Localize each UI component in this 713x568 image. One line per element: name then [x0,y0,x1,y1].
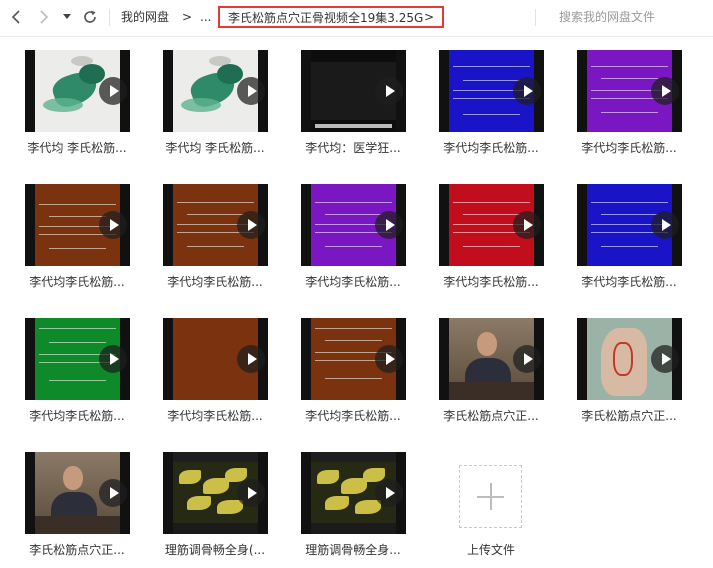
video-thumbnail[interactable] [577,184,682,266]
video-thumbnail[interactable] [301,184,406,266]
play-icon [237,479,265,507]
file-name[interactable]: 李代均李氏松筋... [564,274,694,290]
play-icon [99,211,127,239]
video-thumbnail[interactable] [577,318,682,400]
forward-icon[interactable] [34,5,54,29]
current-folder-arrow: > [423,10,434,24]
toolbar-divider [109,9,110,26]
upload-button[interactable] [459,465,522,528]
play-icon [513,345,541,373]
video-thumbnail[interactable] [25,50,130,132]
file-name[interactable]: 理筋调骨畅全身(... [150,542,280,558]
upload-label[interactable]: 上传文件 [426,542,556,558]
file-name[interactable]: 李代均李氏松筋... [288,274,418,290]
play-icon [99,77,127,105]
play-icon [375,345,403,373]
file-name[interactable]: 李代均 李氏松筋... [12,140,142,156]
video-thumbnail[interactable] [163,318,268,400]
file-name[interactable]: 李氏松筋点穴正... [564,408,694,424]
video-thumbnail[interactable] [163,50,268,132]
play-icon [651,345,679,373]
file-name[interactable]: 李氏松筋点穴正... [426,408,556,424]
history-dropdown-icon[interactable] [60,5,74,29]
play-icon [651,77,679,105]
file-name[interactable]: 李代均李氏松筋... [12,274,142,290]
video-thumbnail[interactable] [25,452,130,534]
file-name[interactable]: 李代均 李氏松筋... [150,140,280,156]
video-thumbnail[interactable] [25,184,130,266]
breadcrumb-current-folder[interactable]: 李氏松筋点穴正骨视频全19集3.25G > [218,6,444,28]
top-toolbar: 我的网盘 > ... 李氏松筋点穴正骨视频全19集3.25G > 搜索我的网盘文… [0,0,713,37]
video-thumbnail[interactable] [439,184,544,266]
play-icon [375,77,403,105]
breadcrumb-ellipsis[interactable]: ... [200,9,211,25]
file-name[interactable]: 李代均李氏松筋... [150,408,280,424]
breadcrumb-root[interactable]: 我的网盘 [121,9,169,25]
back-icon[interactable] [6,5,26,29]
file-name[interactable]: 李代均李氏松筋... [564,140,694,156]
file-name[interactable]: 李代均李氏松筋... [426,274,556,290]
search-input[interactable]: 搜索我的网盘文件 [559,9,655,25]
video-thumbnail[interactable] [439,50,544,132]
file-name[interactable]: 李氏松筋点穴正... [12,542,142,558]
video-thumbnail[interactable] [439,318,544,400]
play-icon [99,345,127,373]
file-name[interactable]: 理筋调骨畅全身... [288,542,418,558]
file-name[interactable]: 李代均：医学狂... [288,140,418,156]
play-icon [237,345,265,373]
file-name[interactable]: 李代均李氏松筋... [288,408,418,424]
play-icon [99,479,127,507]
search-divider [535,9,536,26]
video-thumbnail[interactable] [25,318,130,400]
video-thumbnail[interactable] [301,50,406,132]
file-name[interactable]: 李代均李氏松筋... [150,274,280,290]
play-icon [513,211,541,239]
play-icon [651,211,679,239]
video-thumbnail[interactable] [163,452,268,534]
video-thumbnail[interactable] [301,452,406,534]
video-thumbnail[interactable] [301,318,406,400]
play-icon [513,77,541,105]
file-name[interactable]: 李代均李氏松筋... [426,140,556,156]
play-icon [375,479,403,507]
breadcrumb-separator: > [182,10,193,24]
current-folder-name: 李氏松筋点穴正骨视频全19集3.25G [228,10,424,25]
play-icon [237,211,265,239]
file-name[interactable]: 李代均李氏松筋... [12,408,142,424]
refresh-icon[interactable] [80,5,100,29]
play-icon [237,77,265,105]
play-icon [375,211,403,239]
video-thumbnail[interactable] [163,184,268,266]
video-thumbnail[interactable] [577,50,682,132]
